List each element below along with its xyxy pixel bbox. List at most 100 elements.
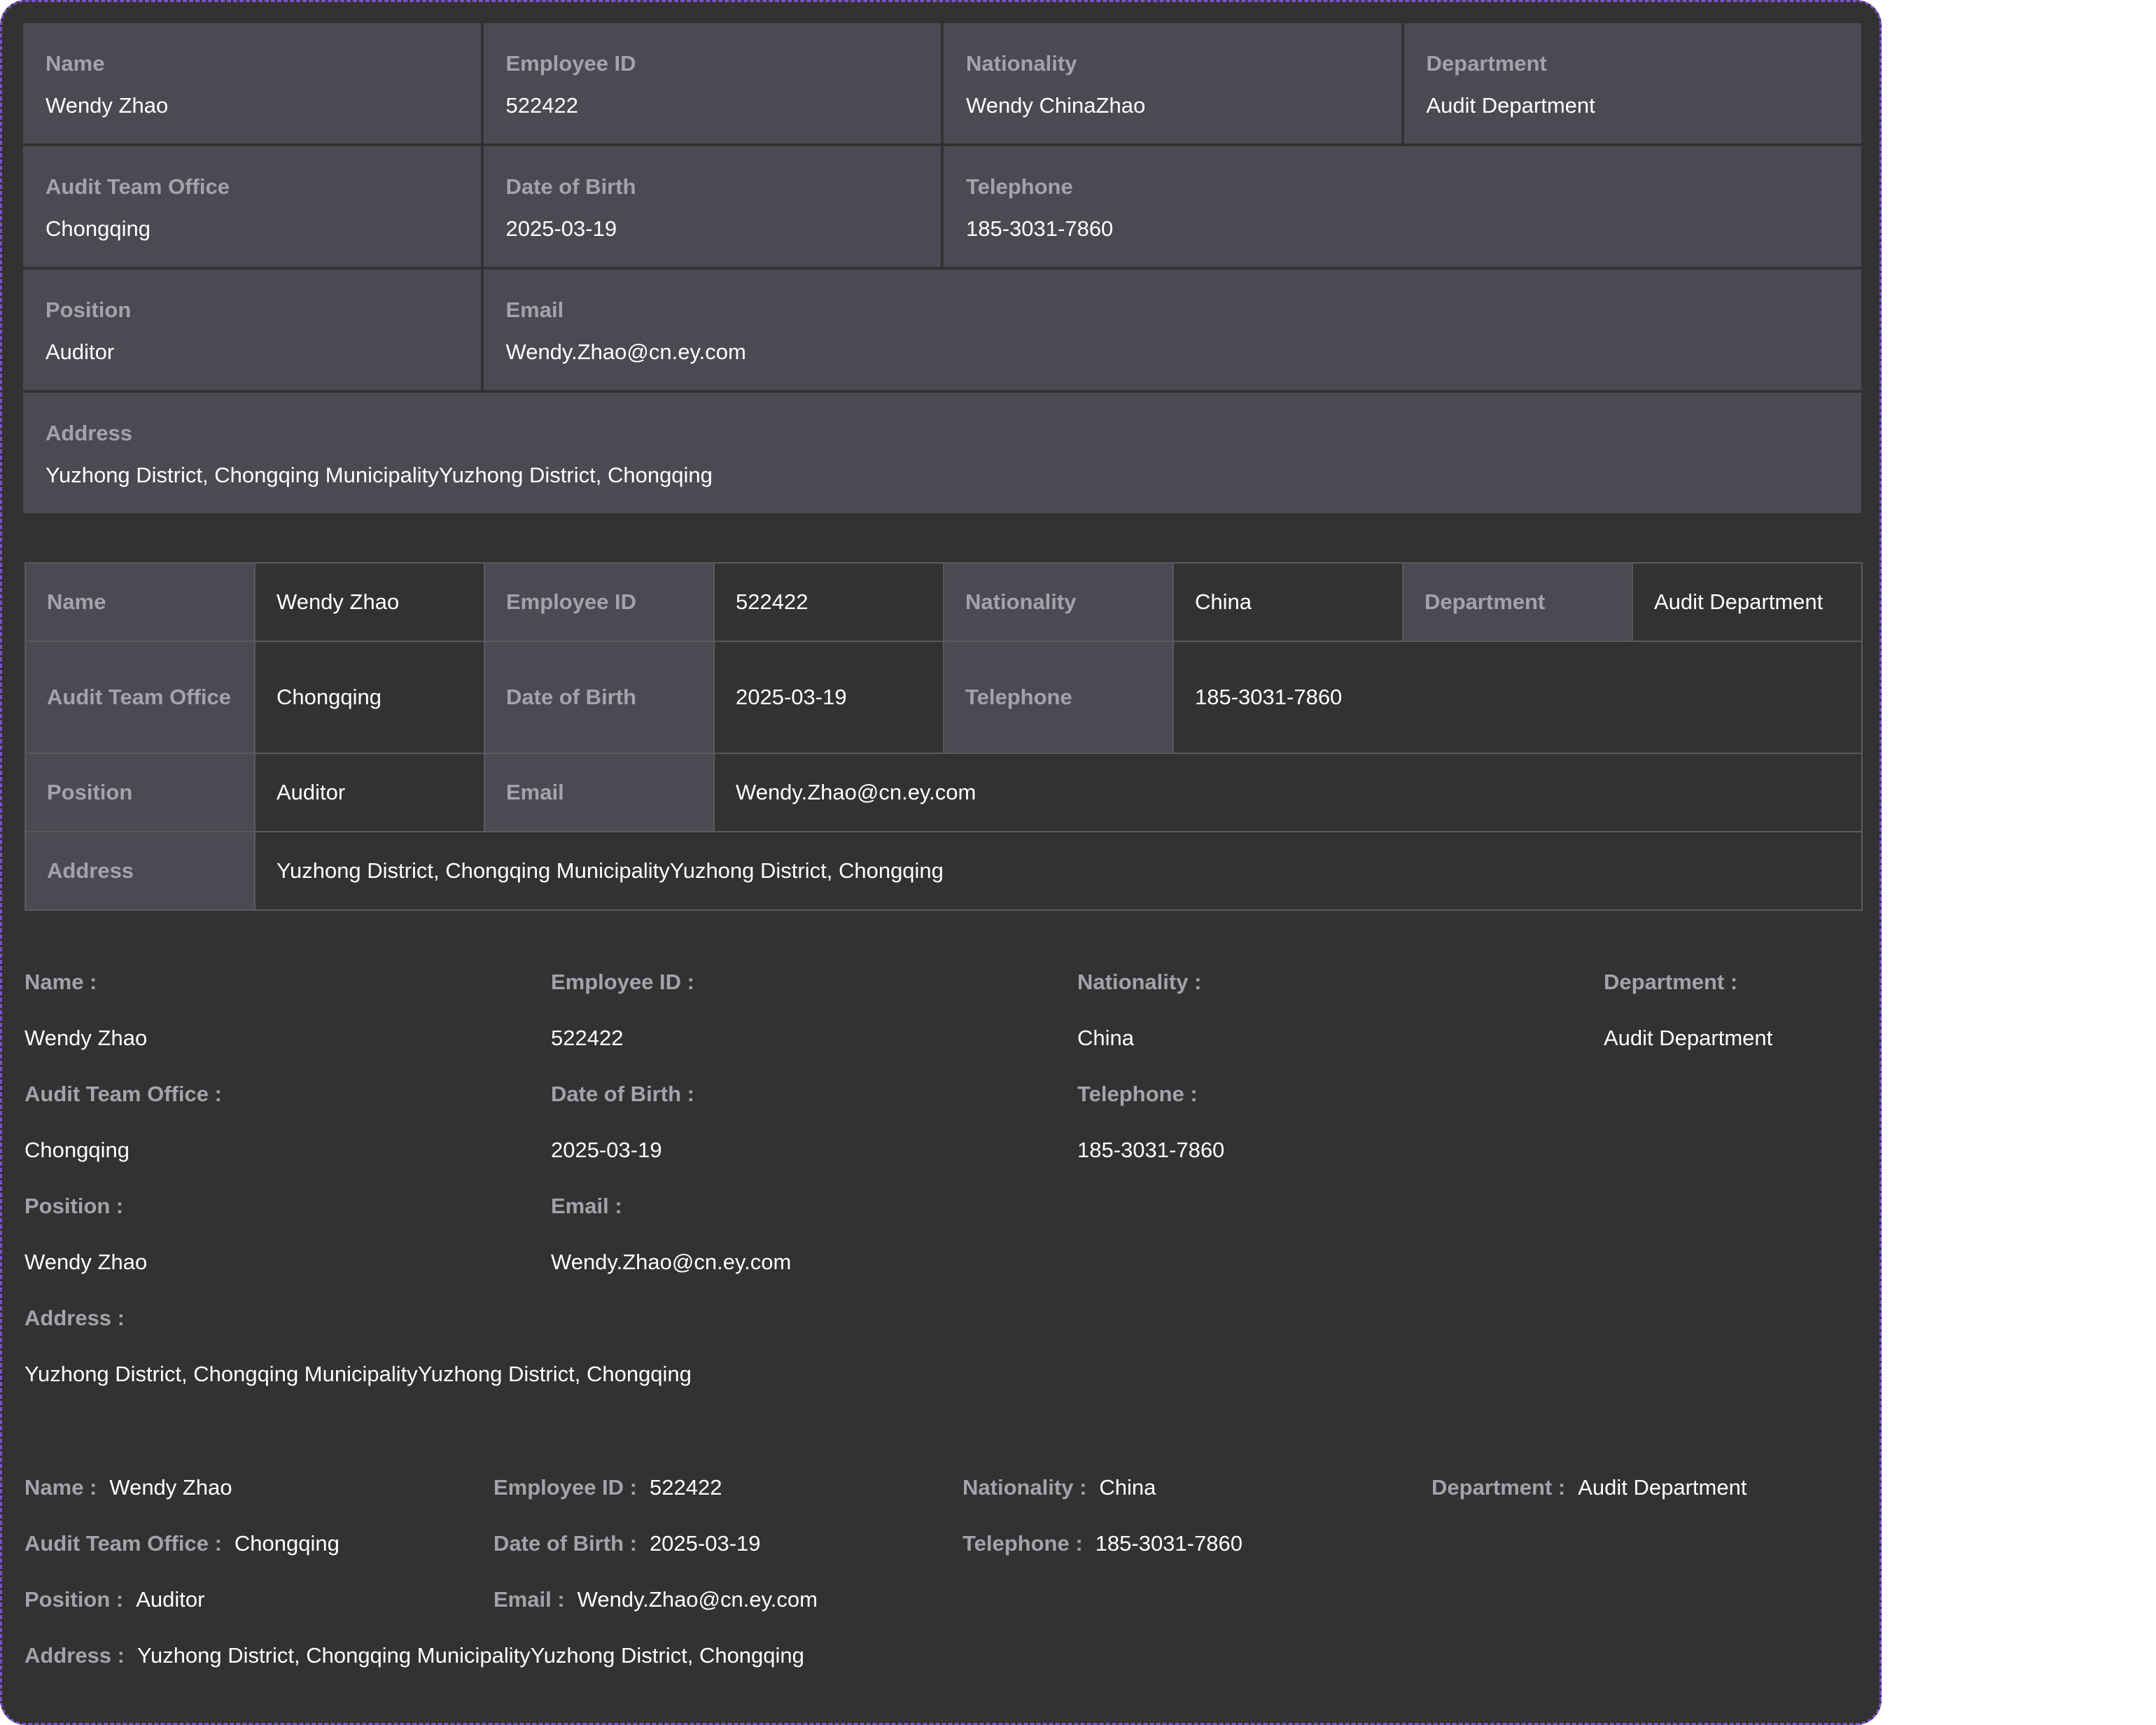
field-value: Chongqing xyxy=(46,216,150,241)
inline-item-email: Email : Wendy.Zhao@cn.ey.com xyxy=(493,1580,818,1619)
field-label: Name xyxy=(46,51,105,76)
vertical-item-department: Department : Audit Department xyxy=(1604,963,1856,1058)
inline-item-date-of-birth: Date of Birth : 2025-03-19 xyxy=(493,1524,761,1563)
field-value: Wendy Zhao xyxy=(46,93,169,118)
field-label: Telephone xyxy=(966,174,1073,199)
table-row: Name Wendy Zhao Employee ID 522422 Natio… xyxy=(24,562,1863,642)
table-row: Position Auditor Email Wendy.Zhao@cn.ey.… xyxy=(24,753,1863,832)
field-label: Address : xyxy=(24,1643,125,1668)
vertical-item-telephone: Telephone : 185-3031-7860 xyxy=(1077,1075,1567,1170)
field-value: 2025-03-19 xyxy=(649,1531,761,1556)
field-value: 2025-03-19 xyxy=(505,216,617,241)
table-label-name: Name xyxy=(24,562,255,642)
table-label-nationality: Nationality xyxy=(943,562,1174,642)
table-value-nationality: China xyxy=(1172,562,1404,642)
table-value-department: Audit Department xyxy=(1632,562,1863,642)
table-label-audit-team-office: Audit Team Office xyxy=(24,641,255,754)
inline-item-employee-id: Employee ID : 522422 xyxy=(493,1468,722,1507)
field-label: Email xyxy=(505,298,564,322)
field-label: Name : xyxy=(24,970,97,994)
vertical-item-employee-id: Employee ID : 522422 xyxy=(551,963,1041,1058)
card-name: Name Wendy Zhao xyxy=(23,23,481,144)
card-audit-team-office: Audit Team Office Chongqing xyxy=(23,146,481,267)
table-label-position: Position xyxy=(24,753,255,832)
field-label: Nationality xyxy=(966,51,1077,76)
table-label-date-of-birth: Date of Birth xyxy=(484,641,715,754)
inline-item-position: Position : Auditor xyxy=(24,1580,204,1619)
field-label: Employee ID : xyxy=(493,1475,637,1500)
field-label: Nationality : xyxy=(1077,970,1202,994)
card-date-of-birth: Date of Birth 2025-03-19 xyxy=(483,146,941,267)
vertical-item-email: Email : Wendy.Zhao@cn.ey.com xyxy=(551,1187,1041,1282)
table-value-audit-team-office: Chongqing xyxy=(254,641,485,754)
descriptions-cards: Name Wendy Zhao Employee ID 522422 Natio… xyxy=(23,23,1861,513)
field-value: China xyxy=(1099,1475,1156,1500)
field-value: Chongqing xyxy=(234,1531,340,1556)
table-label-address: Address xyxy=(24,831,255,911)
field-value: 185-3031-7860 xyxy=(1095,1531,1242,1556)
field-label: Telephone : xyxy=(1077,1082,1198,1106)
field-value: 185-3031-7860 xyxy=(1077,1138,1225,1162)
field-label: Employee ID : xyxy=(551,970,694,994)
vertical-item-audit-team-office: Audit Team Office : Chongqing xyxy=(24,1075,514,1170)
field-value: Yuzhong District, Chongqing Municipality… xyxy=(136,1643,804,1668)
table-value-position: Auditor xyxy=(254,753,485,832)
field-value: Audit Department xyxy=(1426,93,1595,118)
vertical-item-nationality: Nationality : China xyxy=(1077,963,1567,1058)
vertical-item-address: Address : Yuzhong District, Chongqing Mu… xyxy=(24,1299,1004,1394)
card-department: Department Audit Department xyxy=(1404,23,1861,144)
field-value: Auditor xyxy=(46,340,115,364)
table-label-employee-id: Employee ID xyxy=(484,562,715,642)
field-value: Yuzhong District, Chongqing Municipality… xyxy=(24,1362,692,1386)
field-label: Email : xyxy=(493,1587,565,1612)
vertical-item-date-of-birth: Date of Birth : 2025-03-19 xyxy=(551,1075,1041,1170)
descriptions-table: Name Wendy Zhao Employee ID 522422 Natio… xyxy=(24,562,1863,911)
inline-item-address: Address : Yuzhong District, Chongqing Mun… xyxy=(24,1636,804,1675)
field-label: Email : xyxy=(551,1194,622,1218)
card-employee-id: Employee ID 522422 xyxy=(483,23,941,144)
field-value: Wendy.Zhao@cn.ey.com xyxy=(577,1587,818,1612)
field-label: Audit Team Office : xyxy=(24,1531,222,1556)
table-label-department: Department xyxy=(1402,562,1633,642)
field-value: Wendy ChinaZhao xyxy=(966,93,1146,118)
field-label: Department : xyxy=(1432,1475,1566,1500)
table-row: Audit Team Office Chongqing Date of Birt… xyxy=(24,641,1863,754)
field-value: 185-3031-7860 xyxy=(966,216,1114,241)
field-label: Address xyxy=(46,421,133,445)
card-email: Email Wendy.Zhao@cn.ey.com xyxy=(483,270,1861,390)
field-value: Wendy.Zhao@cn.ey.com xyxy=(505,340,746,364)
field-label: Telephone : xyxy=(962,1531,1083,1556)
field-label: Audit Team Office : xyxy=(24,1082,222,1106)
inline-item-audit-team-office: Audit Team Office : Chongqing xyxy=(24,1524,340,1563)
field-value: China xyxy=(1077,1026,1134,1050)
field-value: Wendy.Zhao@cn.ey.com xyxy=(551,1250,792,1274)
field-value: 522422 xyxy=(505,93,578,118)
table-value-employee-id: 522422 xyxy=(713,562,944,642)
vertical-item-position: Position : Wendy Zhao xyxy=(24,1187,514,1282)
field-label: Position xyxy=(46,298,132,322)
field-label: Employee ID xyxy=(505,51,636,76)
field-value: Wendy Zhao xyxy=(24,1250,148,1274)
field-label: Department xyxy=(1426,51,1547,76)
field-value: Audit Department xyxy=(1578,1475,1747,1500)
table-value-email: Wendy.Zhao@cn.ey.com xyxy=(713,753,1863,832)
table-label-telephone: Telephone xyxy=(943,641,1174,754)
table-label-email: Email xyxy=(484,753,715,832)
field-value: Auditor xyxy=(136,1587,205,1612)
table-value-date-of-birth: 2025-03-19 xyxy=(713,641,944,754)
field-value: Yuzhong District, Chongqing Municipality… xyxy=(46,463,713,487)
table-value-telephone: 185-3031-7860 xyxy=(1172,641,1863,754)
field-value: 2025-03-19 xyxy=(551,1138,662,1162)
field-label: Position : xyxy=(24,1194,124,1218)
field-value: 522422 xyxy=(650,1475,722,1500)
card-address: Address Yuzhong District, Chongqing Muni… xyxy=(23,393,1861,513)
vertical-item-name: Name : Wendy Zhao xyxy=(24,963,514,1058)
field-label: Position : xyxy=(24,1587,124,1612)
field-value: 522422 xyxy=(551,1026,624,1050)
field-value: Wendy Zhao xyxy=(109,1475,232,1500)
field-label: Date of Birth : xyxy=(551,1082,694,1106)
inline-item-name: Name : Wendy Zhao xyxy=(24,1468,232,1507)
descriptions-panel: Name Wendy Zhao Employee ID 522422 Natio… xyxy=(0,0,1882,1725)
table-row: Address Yuzhong District, Chongqing Muni… xyxy=(24,831,1863,911)
table-value-address: Yuzhong District, Chongqing Municipality… xyxy=(254,831,1863,911)
